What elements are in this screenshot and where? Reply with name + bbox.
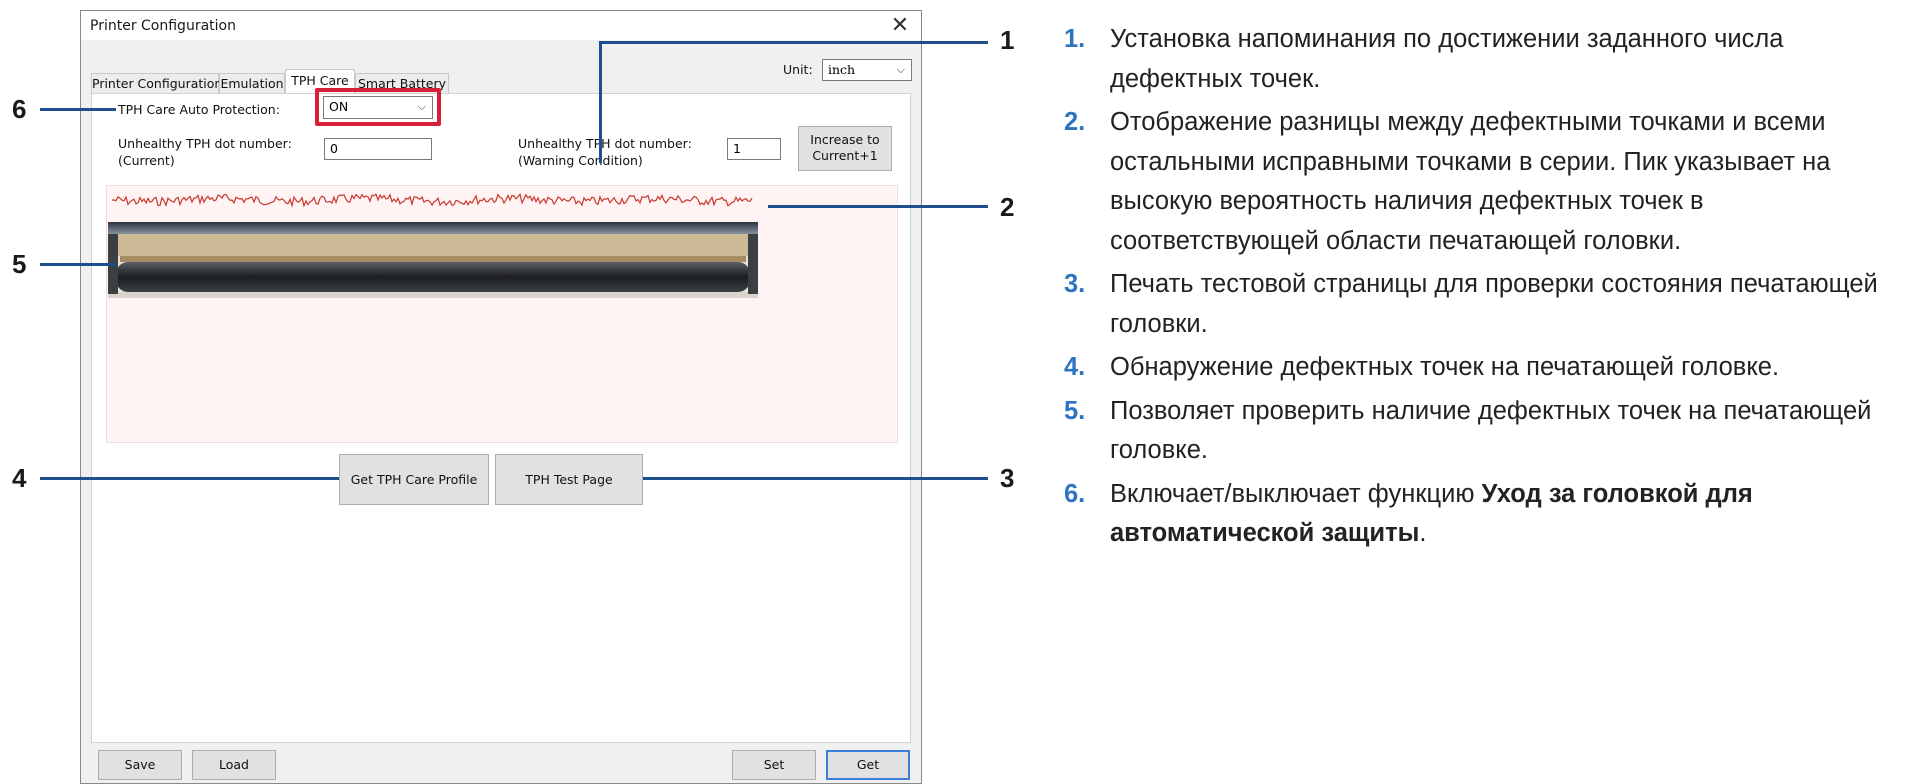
callout-6: 6 (12, 94, 27, 124)
callout-line-1 (601, 41, 988, 44)
highlight-frame (315, 88, 441, 126)
description-item: 5. Позволяет проверить наличие дефектных… (1058, 392, 1915, 471)
callout-4: 4 (12, 463, 27, 493)
callout-line-2 (768, 205, 988, 208)
description-item: 3. Печать тестовой страницы для проверки… (1058, 265, 1915, 344)
tab-printer-configuration[interactable]: Printer Configuration (91, 73, 222, 93)
unhealthy-current-field[interactable]: 0 (324, 138, 432, 160)
callout-3: 3 (1000, 463, 1015, 493)
description-item: 1. Установка напоминания по достижении з… (1058, 20, 1915, 99)
increase-button-line1: Increase to (810, 132, 880, 147)
description-text-end: . (1419, 519, 1427, 547)
callout-2: 2 (1000, 192, 1015, 222)
window-title: Printer Configuration (90, 18, 236, 34)
description-text: Установка напоминания по достижении зада… (1110, 25, 1784, 93)
description-item: 2. Отображение разницы между дефектными … (1058, 103, 1915, 261)
auto-protection-label: TPH Care Auto Protection: (118, 102, 280, 117)
close-icon[interactable]: ✕ (887, 13, 913, 37)
get-button[interactable]: Get (826, 750, 910, 780)
description-text: Обнаружение дефектных точек на печатающе… (1110, 353, 1780, 381)
callout-line-1-vertical (599, 41, 602, 163)
unhealthy-warning-label-1: Unhealthy TPH dot number: (518, 136, 692, 151)
callout-line-3 (643, 477, 988, 480)
callout-5: 5 (12, 249, 27, 279)
description-number: 6. (1064, 479, 1086, 508)
description-text: Позволяет проверить наличие дефектных то… (1110, 396, 1872, 465)
load-button[interactable]: Load (192, 750, 276, 780)
description-number: 1. (1064, 25, 1086, 53)
description-number: 2. (1064, 108, 1086, 136)
waveform-line (112, 193, 753, 208)
chevron-down-icon: ⌵ (896, 63, 905, 76)
description-item: 6. Включает/выключает функцию Уход за го… (1058, 475, 1915, 554)
unhealthy-warning-field[interactable]: 1 (727, 138, 781, 160)
increase-button[interactable]: Increase to Current+1 (798, 126, 892, 171)
description-text: Отображение разницы между дефектными точ… (1110, 108, 1831, 255)
unit-select[interactable]: inch ⌵ (822, 59, 912, 81)
description-number: 4. (1064, 353, 1086, 381)
description-number: 5. (1064, 396, 1086, 425)
unhealthy-current-label-2: (Current) (118, 153, 175, 168)
unit-label: Unit: (783, 62, 813, 77)
callout-line-4 (40, 477, 339, 480)
get-tph-care-profile-button[interactable]: Get TPH Care Profile (339, 454, 489, 505)
set-button[interactable]: Set (732, 750, 816, 780)
print-head-image (108, 222, 758, 298)
description-list: 1. Установка напоминания по достижении з… (1058, 20, 1915, 558)
increase-button-line2: Current+1 (812, 148, 878, 163)
description-item: 4. Обнаружение дефектных точек на печата… (1058, 348, 1915, 388)
title-bar: Printer Configuration ✕ (81, 11, 921, 40)
description-text: Включает/выключает функцию Уход за голов… (1110, 480, 1753, 548)
unhealthy-current-label-1: Unhealthy TPH dot number: (118, 136, 292, 151)
callout-line-6 (40, 108, 116, 111)
tph-test-page-button[interactable]: TPH Test Page (495, 454, 643, 505)
tab-emulation[interactable]: Emulation (219, 73, 285, 93)
dot-deviation-waveform (112, 193, 753, 208)
unhealthy-warning-label-2: (Warning Condition) (518, 153, 643, 168)
callout-1: 1 (1000, 25, 1015, 55)
save-button[interactable]: Save (98, 750, 182, 780)
description-number: 3. (1064, 270, 1086, 298)
unit-value: inch (828, 62, 856, 77)
description-text: Печать тестовой страницы для проверки со… (1110, 270, 1878, 338)
callout-line-5 (40, 263, 116, 266)
description-text-plain: Включает/выключает функцию (1110, 479, 1482, 508)
